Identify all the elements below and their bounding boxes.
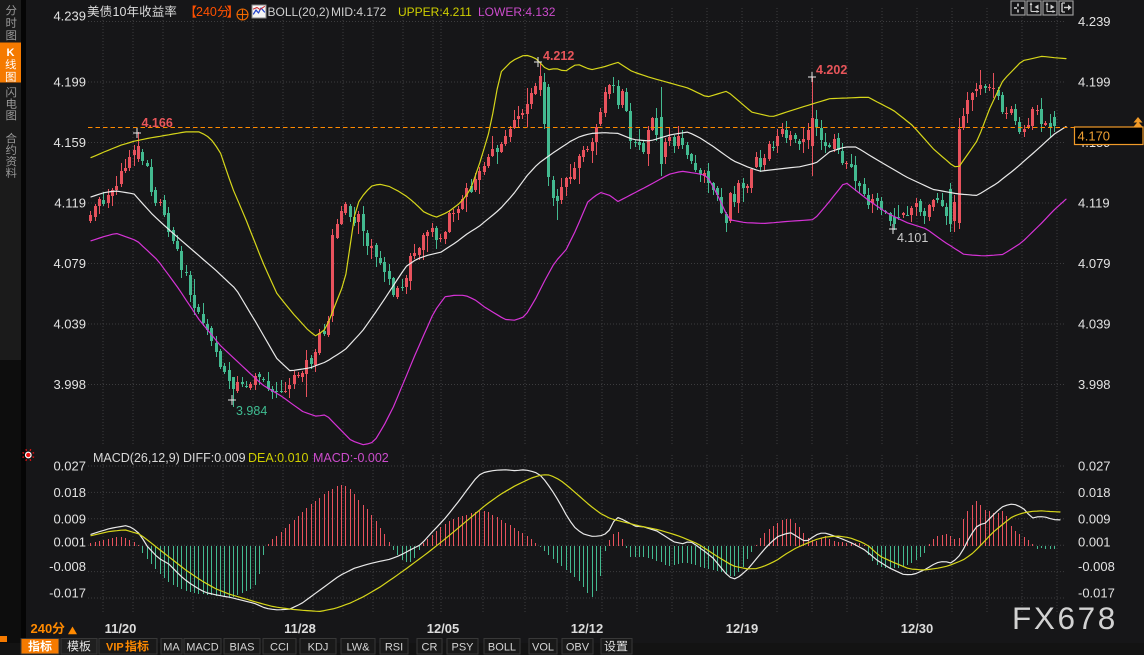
svg-text:4.199: 4.199 bbox=[1078, 75, 1111, 90]
svg-text:-0.017: -0.017 bbox=[1078, 586, 1115, 601]
svg-text:MACD(26,12,9): MACD(26,12,9) bbox=[93, 451, 180, 465]
svg-text:12/19: 12/19 bbox=[726, 621, 759, 636]
svg-text:3.998: 3.998 bbox=[53, 377, 86, 392]
svg-text:K: K bbox=[7, 47, 15, 59]
svg-text:4.119: 4.119 bbox=[1078, 196, 1110, 211]
svg-text:KDJ: KDJ bbox=[308, 642, 329, 654]
svg-text:PSY: PSY bbox=[451, 642, 474, 654]
svg-text:3.984: 3.984 bbox=[236, 404, 267, 418]
svg-text:MID:4.172: MID:4.172 bbox=[331, 5, 387, 19]
svg-text:LW&: LW& bbox=[346, 642, 370, 654]
svg-text:0.027: 0.027 bbox=[1078, 459, 1111, 474]
svg-text:MACD: MACD bbox=[186, 642, 218, 654]
svg-text:4.199: 4.199 bbox=[53, 75, 86, 90]
svg-text:12/05: 12/05 bbox=[427, 621, 460, 636]
svg-text:OBV: OBV bbox=[566, 642, 590, 654]
svg-text:4.202: 4.202 bbox=[816, 63, 847, 77]
svg-text:DIFF:0.009: DIFF:0.009 bbox=[183, 451, 246, 465]
svg-text:11/28: 11/28 bbox=[284, 621, 316, 636]
svg-text:0.009: 0.009 bbox=[53, 512, 86, 527]
svg-text:4.039: 4.039 bbox=[53, 317, 86, 332]
svg-text:3.998: 3.998 bbox=[1078, 377, 1111, 392]
svg-text:4.159: 4.159 bbox=[53, 135, 86, 150]
svg-text:12/12: 12/12 bbox=[571, 621, 604, 636]
svg-text:MA: MA bbox=[163, 642, 180, 654]
svg-text:0.027: 0.027 bbox=[53, 459, 86, 474]
svg-text:VIP: VIP bbox=[106, 642, 124, 654]
svg-text:BOLL(20,2): BOLL(20,2) bbox=[268, 5, 330, 19]
svg-text:4.119: 4.119 bbox=[54, 196, 86, 211]
svg-text:MACD:-0.002: MACD:-0.002 bbox=[313, 451, 389, 465]
svg-text:RSI: RSI bbox=[385, 642, 403, 654]
svg-text:-0.008: -0.008 bbox=[1078, 559, 1115, 574]
svg-text:240: 240 bbox=[31, 621, 53, 636]
svg-text:4.239: 4.239 bbox=[53, 9, 86, 24]
svg-text:10: 10 bbox=[113, 5, 127, 19]
svg-text:0.001: 0.001 bbox=[53, 535, 86, 550]
svg-text:CCI: CCI bbox=[270, 642, 289, 654]
svg-text:240: 240 bbox=[196, 5, 217, 19]
svg-text:4.170: 4.170 bbox=[1078, 129, 1111, 144]
svg-text:UPPER:4.211: UPPER:4.211 bbox=[398, 5, 472, 19]
svg-text:4.039: 4.039 bbox=[1078, 317, 1111, 332]
svg-text:0.018: 0.018 bbox=[53, 485, 86, 500]
svg-text:BOLL: BOLL bbox=[488, 642, 516, 654]
svg-text:4.239: 4.239 bbox=[1078, 14, 1111, 29]
svg-text:4.101: 4.101 bbox=[897, 231, 928, 245]
svg-text:-0.008: -0.008 bbox=[49, 559, 86, 574]
svg-text:BIAS: BIAS bbox=[229, 642, 254, 654]
svg-text:LOWER:4.132: LOWER:4.132 bbox=[478, 5, 556, 19]
svg-text:12/30: 12/30 bbox=[901, 621, 934, 636]
svg-text:0.009: 0.009 bbox=[1078, 512, 1111, 527]
svg-text:CR: CR bbox=[422, 642, 438, 654]
svg-text:4.166: 4.166 bbox=[142, 116, 173, 130]
svg-text:11/20: 11/20 bbox=[105, 621, 137, 636]
svg-text:-0.017: -0.017 bbox=[49, 586, 86, 601]
svg-text:4.079: 4.079 bbox=[1078, 256, 1111, 271]
svg-text:0.001: 0.001 bbox=[1078, 535, 1111, 550]
svg-text:0.018: 0.018 bbox=[1078, 485, 1111, 500]
svg-text:4.079: 4.079 bbox=[53, 256, 86, 271]
svg-text:DEA:0.010: DEA:0.010 bbox=[248, 451, 309, 465]
svg-text:FX678: FX678 bbox=[1012, 600, 1118, 636]
svg-text:4.212: 4.212 bbox=[543, 49, 574, 63]
svg-text:VOL: VOL bbox=[532, 642, 554, 654]
